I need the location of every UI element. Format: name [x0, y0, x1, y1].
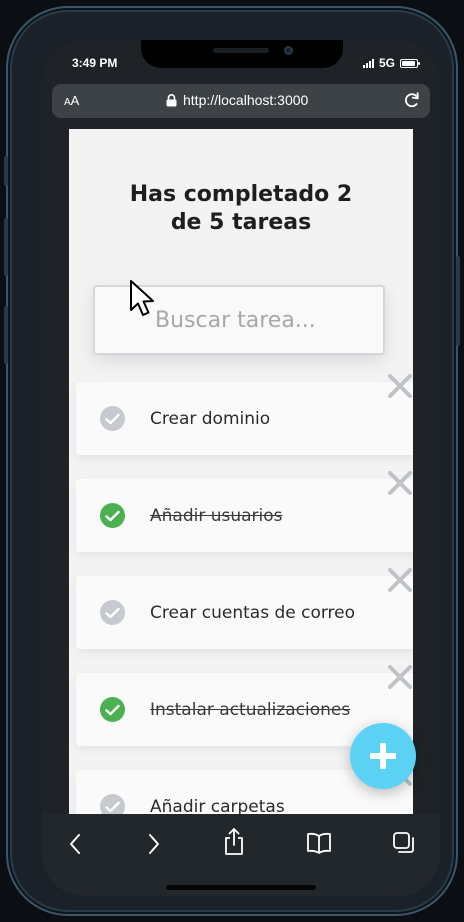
- page-title: Has completado 2 de 5 tareas: [69, 181, 413, 237]
- delete-task-button[interactable]: [387, 470, 413, 500]
- completed-counter-line-2: de 5 tareas: [170, 210, 312, 235]
- volume-up-button: [4, 218, 8, 276]
- status-time: 3:49 PM: [72, 56, 118, 70]
- task-item[interactable]: Crear cuentas de correo: [76, 568, 413, 649]
- mouse-cursor-icon: [130, 280, 154, 316]
- signal-icon: [362, 58, 374, 68]
- notch: [141, 40, 343, 68]
- book-icon[interactable]: [306, 831, 332, 855]
- task-item[interactable]: Añadir usuarios: [76, 471, 413, 552]
- reload-icon[interactable]: [402, 90, 422, 110]
- close-icon: [388, 665, 412, 689]
- url-field[interactable]: http://localhost:3000: [166, 92, 308, 108]
- lock-icon: [166, 93, 177, 106]
- network-label: 5G: [378, 56, 395, 70]
- close-icon: [388, 471, 412, 495]
- url-text: http://localhost:3000: [183, 92, 309, 108]
- task-label: Crear dominio: [150, 409, 271, 429]
- share-icon[interactable]: [223, 827, 245, 857]
- task-check-button[interactable]: [100, 794, 125, 814]
- chevron-left-icon[interactable]: [67, 831, 83, 857]
- task-label: Instalar actualizaciones: [150, 700, 351, 720]
- home-indicator: [166, 885, 316, 890]
- check-icon: [105, 801, 120, 812]
- plus-icon: [370, 743, 396, 769]
- task-check-button[interactable]: [100, 406, 125, 431]
- tabs-icon[interactable]: [392, 831, 416, 855]
- add-task-button[interactable]: [350, 723, 416, 789]
- delete-task-button[interactable]: [387, 664, 413, 694]
- status-right: 5G: [362, 56, 420, 70]
- phone-frame: 3:49 PM 5G AA http://localhost:3000 Has …: [4, 6, 460, 916]
- speaker: [213, 48, 269, 53]
- task-label: Añadir usuarios: [150, 506, 283, 526]
- camera: [284, 46, 293, 55]
- screen: 3:49 PM 5G AA http://localhost:3000 Has …: [42, 40, 440, 896]
- check-icon: [105, 510, 120, 521]
- check-icon: [105, 413, 120, 424]
- volume-down-button: [4, 306, 8, 364]
- delete-task-button[interactable]: [387, 567, 413, 597]
- task-check-button[interactable]: [100, 600, 125, 625]
- task-label: Añadir carpetas: [150, 797, 285, 814]
- task-item[interactable]: Crear dominio: [76, 374, 413, 455]
- power-button: [456, 256, 460, 346]
- address-bar[interactable]: AA http://localhost:3000: [52, 84, 430, 118]
- completed-counter-line-1: Has completado 2: [129, 182, 353, 207]
- mute-switch: [4, 156, 8, 186]
- task-label: Crear cuentas de correo: [150, 603, 356, 623]
- battery-icon: [400, 58, 420, 68]
- close-icon: [388, 374, 412, 398]
- check-icon: [105, 704, 120, 715]
- browser-toolbar: [42, 814, 440, 896]
- delete-task-button[interactable]: [387, 373, 413, 403]
- web-page: Has completado 2 de 5 tareas Crear domin…: [69, 129, 413, 814]
- task-check-button[interactable]: [100, 697, 125, 722]
- chevron-right-icon[interactable]: [146, 831, 162, 857]
- text-size-button[interactable]: AA: [64, 93, 79, 108]
- check-icon: [105, 607, 120, 618]
- close-icon: [388, 568, 412, 592]
- task-check-button[interactable]: [100, 503, 125, 528]
